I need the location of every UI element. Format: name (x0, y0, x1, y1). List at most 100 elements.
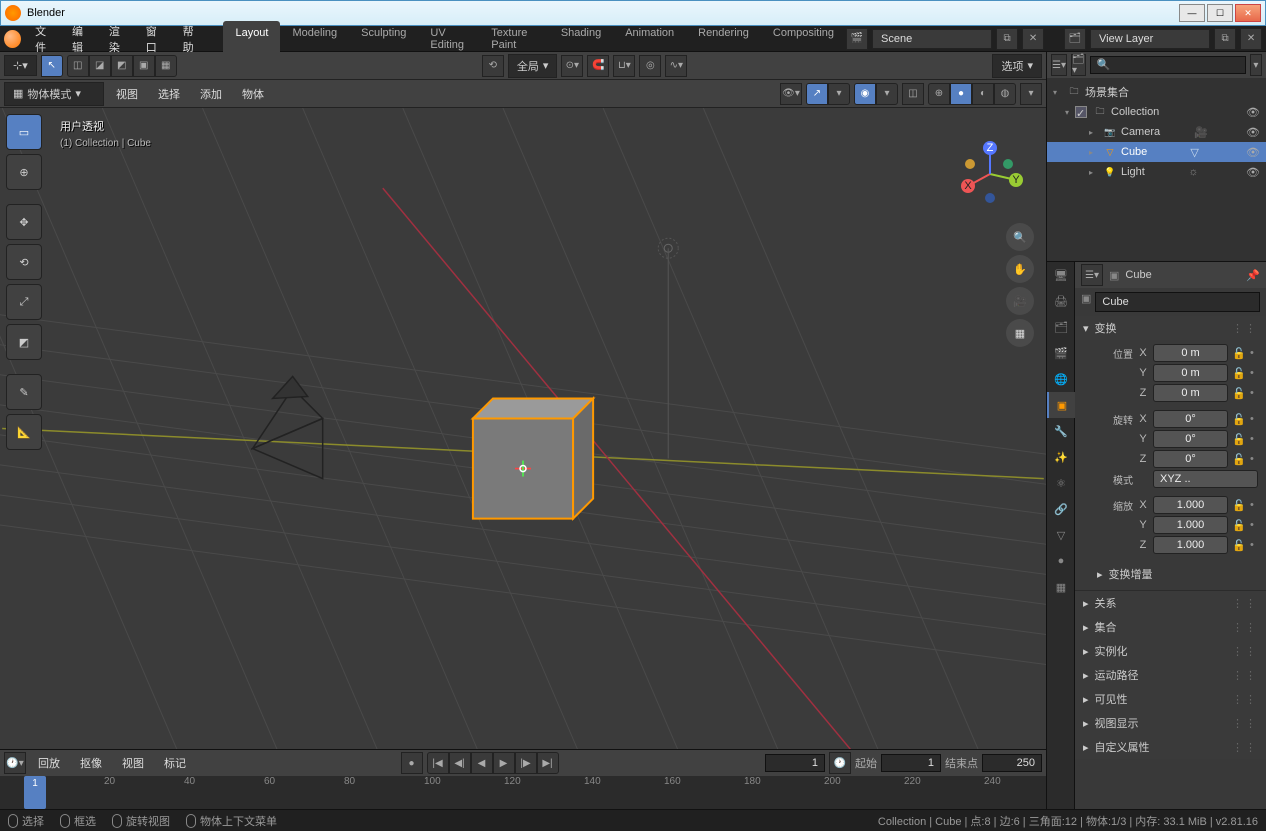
play-reverse-button[interactable]: ◀ (471, 752, 493, 774)
ptab-constraints[interactable]: 🔗 (1047, 496, 1075, 522)
rot-x-field[interactable]: 0° (1153, 410, 1228, 428)
tree-scene-collection[interactable]: ▾🗀场景集合 (1047, 82, 1266, 102)
ortho-toggle-button[interactable]: ▦ (1006, 319, 1034, 347)
start-frame-field[interactable]: 1 (881, 754, 941, 772)
select-mode-subtract-icon[interactable]: ◩ (111, 55, 133, 77)
auto-key-toggle[interactable]: ● (401, 752, 423, 774)
scale-z-field[interactable]: 1.000 (1153, 536, 1228, 554)
ptab-world[interactable]: 🌐 (1047, 366, 1075, 392)
gizmo-dropdown[interactable]: ▾ (828, 83, 850, 105)
select-mode-intersect-icon[interactable]: ▣ (133, 55, 155, 77)
visibility-dropdown[interactable]: 👁▾ (780, 83, 802, 105)
close-button[interactable]: ✕ (1235, 4, 1261, 22)
jump-start-button[interactable]: |◀ (427, 752, 449, 774)
add-menu[interactable]: 添加 (192, 82, 230, 106)
object-menu[interactable]: 物体 (234, 82, 272, 106)
pin-icon[interactable]: 📌 (1246, 269, 1260, 282)
nav-gizmo[interactable]: Y X Z (954, 138, 1026, 210)
ptab-render[interactable]: 🖥 (1047, 262, 1075, 288)
mode-selector[interactable]: ▦ 物体模式 ▾ (4, 82, 104, 106)
shading-material[interactable]: ◐ (972, 83, 994, 105)
scale-x-field[interactable]: 1.000 (1153, 496, 1228, 514)
rot-z-field[interactable]: 0° (1153, 450, 1228, 468)
shading-solid[interactable]: ● (950, 83, 972, 105)
jump-end-button[interactable]: ▶| (537, 752, 559, 774)
panel-motion-paths[interactable]: ▸ 运动路径⋮⋮ (1075, 663, 1266, 687)
tree-item-cube[interactable]: ▸▽Cube ▽👁 (1047, 142, 1266, 162)
eye-icon[interactable]: 👁 (1246, 146, 1260, 159)
outliner-filter-button[interactable]: ▾ (1250, 54, 1262, 76)
view-layer-icon[interactable]: 🗂 (1064, 28, 1086, 50)
rot-y-field[interactable]: 0° (1153, 430, 1228, 448)
end-frame-field[interactable]: 250 (982, 754, 1042, 772)
tool-select-box[interactable]: ▭ (6, 114, 42, 150)
tool-measure[interactable]: 📐 (6, 414, 42, 450)
shading-rendered[interactable]: ◍ (994, 83, 1016, 105)
delete-layer-button[interactable]: ✕ (1240, 28, 1262, 50)
minimize-button[interactable]: — (1179, 4, 1205, 22)
new-layer-button[interactable]: ⧉ (1214, 28, 1236, 50)
camera-object[interactable] (253, 376, 323, 478)
light-object[interactable] (658, 238, 678, 458)
ptab-physics[interactable]: ⚛ (1047, 470, 1075, 496)
overlay-toggle[interactable]: ◉ (854, 83, 876, 105)
outliner-display-mode[interactable]: 🗂▾ (1071, 54, 1086, 76)
tool-annotate[interactable]: ✎ (6, 374, 42, 410)
rot-mode-select[interactable]: XYZ .. (1153, 470, 1258, 488)
outliner-search-input[interactable] (1090, 56, 1246, 74)
panel-visibility[interactable]: ▸ 可见性⋮⋮ (1075, 687, 1266, 711)
select-mode-extend-icon[interactable]: ◪ (89, 55, 111, 77)
tool-move[interactable]: ✥ (6, 204, 42, 240)
scene-icon[interactable]: 🎬 (846, 28, 868, 50)
editor-type-selector[interactable]: ⊹▾ (4, 55, 37, 76)
snap-dropdown[interactable]: ⊔▾ (613, 55, 635, 77)
blender-icon[interactable] (4, 30, 21, 48)
pivot-point-icon[interactable]: ⊙▾ (561, 55, 583, 77)
ptab-modifiers[interactable]: 🔧 (1047, 418, 1075, 444)
select-menu[interactable]: 选择 (150, 82, 188, 106)
panel-viewport-display[interactable]: ▸ 视图显示⋮⋮ (1075, 711, 1266, 735)
cube-object[interactable] (473, 398, 593, 518)
panel-transform-header[interactable]: ▾ 变换⋮⋮ (1075, 316, 1266, 340)
playhead[interactable]: 1 (24, 776, 46, 809)
eye-icon[interactable]: 👁 (1246, 166, 1260, 179)
maximize-button[interactable]: ☐ (1207, 4, 1233, 22)
select-mode-invert-icon[interactable]: ▦ (155, 55, 177, 77)
new-scene-button[interactable]: ⧉ (996, 28, 1018, 50)
panel-delta-transform[interactable]: ▸ 变换增量 (1083, 562, 1258, 586)
keyframe-next-button[interactable]: |▶ (515, 752, 537, 774)
shading-dropdown[interactable]: ▾ (1020, 83, 1042, 105)
ptab-view-layer[interactable]: 🗂 (1047, 314, 1075, 340)
scene-name-field[interactable]: Scene (872, 29, 992, 49)
ptab-output[interactable]: 🖨 (1047, 288, 1075, 314)
panel-instancing[interactable]: ▸ 实例化⋮⋮ (1075, 639, 1266, 663)
tl-keying-menu[interactable]: 抠像 (72, 751, 110, 775)
panel-custom-props[interactable]: ▸ 自定义属性⋮⋮ (1075, 735, 1266, 759)
options-dropdown[interactable]: 选项 ▾ (992, 54, 1042, 78)
ptab-particles[interactable]: ✨ (1047, 444, 1075, 470)
tree-item-camera[interactable]: ▸📷Camera 🎥👁 (1047, 122, 1266, 142)
pan-button[interactable]: ✋ (1006, 255, 1034, 283)
tool-scale[interactable]: ⤢ (6, 284, 42, 320)
panel-relations[interactable]: ▸ 关系⋮⋮ (1075, 591, 1266, 615)
keyframe-prev-button[interactable]: ◀| (449, 752, 471, 774)
tree-item-light[interactable]: ▸💡Light ☼👁 (1047, 162, 1266, 182)
loc-x-field[interactable]: 0 m (1153, 344, 1228, 362)
gizmo-toggle[interactable]: ↗ (806, 83, 828, 105)
current-frame-field[interactable]: 1 (765, 754, 825, 772)
ptab-material[interactable]: ● (1047, 548, 1075, 574)
timeline-editor-type[interactable]: 🕐▾ (4, 752, 26, 774)
tree-collection[interactable]: ▾✓🗀Collection 👁 (1047, 102, 1266, 122)
transform-orientation-icon[interactable]: ⟲ (482, 55, 504, 77)
preview-range-toggle[interactable]: 🕐 (829, 752, 851, 774)
tl-view-menu[interactable]: 视图 (114, 751, 152, 775)
object-name-field[interactable] (1095, 292, 1260, 312)
ptab-texture[interactable]: ▦ (1047, 574, 1075, 600)
proportional-edit-toggle[interactable]: ◎ (639, 55, 661, 77)
select-mode-tweak[interactable]: ↖ (41, 55, 63, 77)
tool-cursor[interactable]: ⊕ (6, 154, 42, 190)
proportional-dropdown[interactable]: ∿▾ (665, 55, 687, 77)
panel-collections[interactable]: ▸ 集合⋮⋮ (1075, 615, 1266, 639)
ptab-mesh[interactable]: ▽ (1047, 522, 1075, 548)
loc-z-field[interactable]: 0 m (1153, 384, 1228, 402)
